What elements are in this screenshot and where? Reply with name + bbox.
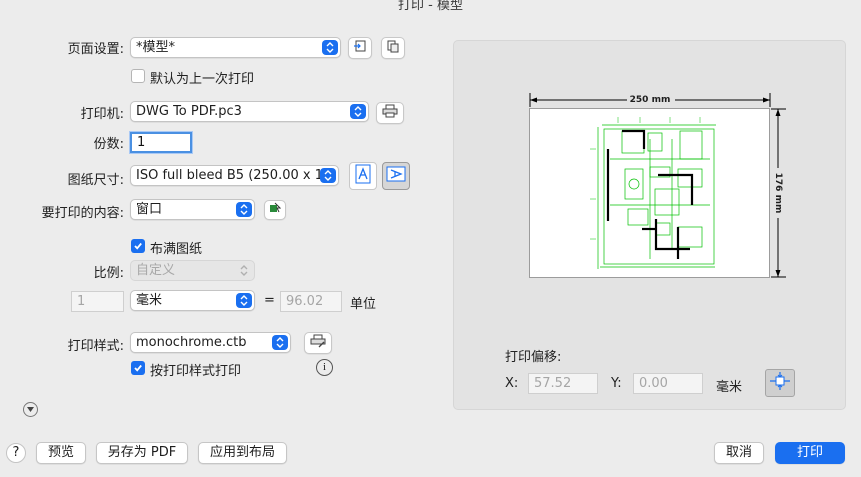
import-page-setup-button[interactable] — [348, 37, 372, 59]
checkmark-icon — [134, 242, 142, 250]
offset-y-label: Y: — [611, 376, 622, 391]
chevron-updown-icon — [322, 40, 338, 55]
landscape-icon — [386, 166, 406, 186]
default-last-checkbox[interactable] — [131, 69, 145, 83]
info-icon[interactable]: i — [316, 359, 333, 376]
chevron-updown-icon — [272, 335, 288, 350]
paper-size-label: 图纸尺寸: — [67, 173, 124, 188]
checkmark-icon — [134, 364, 142, 372]
scale-value: 自定义 — [136, 263, 176, 278]
landscape-orientation-button[interactable] — [382, 162, 410, 190]
width-dimension: 250 mm — [529, 93, 771, 107]
scale-label: 比例: — [93, 266, 124, 281]
help-button[interactable]: ? — [6, 443, 26, 463]
floor-plan-drawing — [590, 117, 716, 269]
printer-properties-button[interactable] — [376, 102, 404, 124]
save-as-pdf-button[interactable]: 另存为 PDF — [96, 442, 188, 464]
print-with-styles-checkbox[interactable] — [131, 361, 145, 375]
offset-x-input[interactable]: 57.52 — [528, 373, 598, 394]
scale-drawing-units-input[interactable]: 96.02 — [280, 291, 342, 312]
more-options-disclosure[interactable] — [23, 402, 38, 417]
paper-size-value: ISO full bleed B5 (250.00 x 1... — [136, 168, 336, 183]
copies-input[interactable]: 1 — [130, 132, 192, 153]
paper-size-select[interactable]: ISO full bleed B5 (250.00 x 1... — [130, 165, 339, 186]
edit-plot-style-button[interactable] — [304, 332, 332, 354]
print-button[interactable]: 打印 — [775, 442, 845, 464]
page-setup-value: *模型* — [136, 40, 176, 55]
plot-style-label: 打印样式: — [67, 339, 124, 354]
printer-label: 打印机: — [80, 107, 124, 122]
default-last-label: 默认为上一次打印 — [150, 72, 255, 87]
scale-select[interactable]: 自定义 — [130, 260, 255, 281]
copies-label: 份数: — [93, 137, 124, 152]
plot-offset-label: 打印偏移: — [505, 350, 562, 365]
height-dimension: 176 mm — [770, 108, 786, 278]
window-title: 打印 - 模型 — [398, 0, 463, 13]
portrait-icon — [355, 164, 371, 188]
page-setup-label: 页面设置: — [67, 42, 124, 57]
scale-unit-select[interactable]: 毫米 — [130, 290, 255, 311]
plot-style-value: monochrome.ctb — [136, 335, 247, 350]
offset-unit-label: 毫米 — [716, 380, 743, 395]
scale-paper-units-input[interactable]: 1 — [71, 291, 124, 312]
center-plot-icon — [770, 372, 790, 394]
apply-to-layout-button[interactable]: 应用到布局 — [198, 442, 287, 464]
offset-x-label: X: — [505, 376, 519, 391]
print-area-label: 要打印的内容: — [41, 206, 124, 221]
print-with-styles-label: 按打印样式打印 — [150, 364, 242, 379]
scale-unit-value: 毫米 — [136, 293, 163, 308]
scale-units-label: 单位 — [350, 297, 377, 312]
print-area-value: 窗口 — [136, 202, 163, 217]
import-icon — [353, 39, 367, 57]
print-area-select[interactable]: 窗口 — [130, 199, 255, 220]
chevron-updown-icon — [236, 202, 252, 217]
scale-equals: = — [264, 293, 275, 308]
chevron-updown-icon — [236, 263, 252, 278]
chevron-updown-icon — [320, 168, 336, 183]
printer-select[interactable]: DWG To PDF.pc3 — [130, 101, 369, 122]
page-setup-manager-button[interactable] — [381, 37, 405, 59]
pick-window-button[interactable] — [264, 200, 286, 220]
fit-paper-label: 布满图纸 — [150, 242, 203, 257]
plot-style-select[interactable]: monochrome.ctb — [130, 332, 291, 353]
paper-preview — [529, 108, 770, 278]
chevron-updown-icon — [350, 104, 366, 119]
fit-paper-checkbox[interactable] — [131, 239, 145, 253]
chevron-down-icon — [27, 407, 34, 412]
chevron-updown-icon — [236, 293, 252, 308]
height-dimension-label: 176 mm — [773, 172, 783, 214]
cancel-button[interactable]: 取消 — [714, 442, 764, 464]
offset-y-input[interactable]: 0.00 — [633, 373, 703, 394]
pick-window-icon — [269, 202, 282, 218]
printer-properties-icon — [382, 104, 398, 122]
portrait-orientation-button[interactable] — [349, 162, 377, 190]
plot-style-editor-icon — [310, 334, 326, 352]
page-setup-manager-icon — [386, 39, 400, 57]
page-setup-select[interactable]: *模型* — [130, 37, 341, 58]
preview-button[interactable]: 预览 — [36, 442, 86, 464]
width-dimension-label: 250 mm — [629, 95, 671, 105]
printer-value: DWG To PDF.pc3 — [136, 104, 242, 119]
center-plot-button[interactable] — [765, 369, 795, 397]
